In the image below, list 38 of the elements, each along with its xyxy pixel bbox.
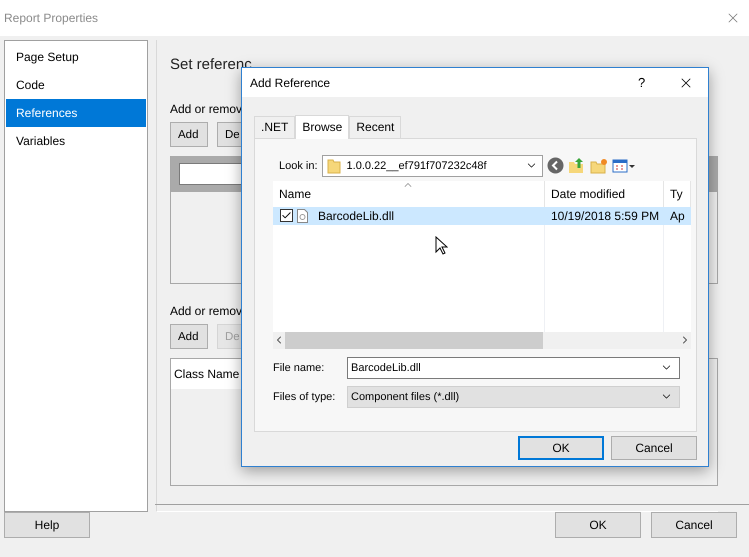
pointer-icon — [435, 236, 448, 255]
tab[interactable]: .NET — [254, 116, 296, 138]
back-icon[interactable] — [546, 157, 564, 174]
field-label: Files of type: — [273, 390, 336, 403]
help-button[interactable]: ? — [638, 75, 678, 90]
dialog-button[interactable]: OK — [555, 512, 641, 538]
dialog-button[interactable]: OK — [518, 436, 604, 460]
file-name-field[interactable]: BarcodeLib.dll — [347, 356, 680, 379]
type-cell-text: Ap — [669, 208, 686, 223]
field-label: Look in: — [279, 160, 318, 172]
section-label: Add or remov — [170, 102, 242, 116]
look-in-dropdown[interactable]: 1.0.0.22__ef791f707232c48f — [322, 154, 543, 177]
tab[interactable]: Browse — [295, 114, 350, 139]
field-label: File name: — [273, 362, 326, 374]
folder-icon — [326, 158, 341, 174]
sidebar-item[interactable]: References — [6, 99, 146, 127]
dialog-button[interactable]: Cancel — [651, 512, 737, 538]
checkbox[interactable] — [280, 209, 293, 222]
section-label: Add or remov — [170, 304, 242, 318]
window-title: Report Properties — [4, 11, 98, 25]
date-cell-text: 10/19/2018 5:59 PM — [550, 208, 660, 223]
column-header: Class Name — [171, 359, 241, 389]
view-menu-icon[interactable] — [612, 158, 636, 173]
file-name: BarcodeLib.dll — [317, 208, 394, 223]
dialog-button[interactable]: Cancel — [611, 436, 697, 460]
up-folder-icon[interactable] — [568, 157, 586, 174]
toolbar-button[interactable]: Add — [170, 324, 208, 349]
tab[interactable]: Recent — [349, 116, 402, 138]
sidebar-item[interactable]: Code — [6, 71, 146, 99]
toolbar-button[interactable]: Add — [170, 122, 208, 147]
file-type-dropdown[interactable]: Component files (*.dll) — [347, 386, 680, 408]
file-icon — [297, 208, 308, 223]
sidebar-item[interactable]: Page Setup — [6, 43, 146, 71]
horizontal-scrollbar[interactable] — [273, 332, 691, 349]
dialog-title: Add Reference — [250, 76, 332, 90]
sidebar-item[interactable]: Variables — [6, 127, 146, 155]
help-button[interactable]: Help — [4, 512, 90, 538]
file-row[interactable]: BarcodeLib.dll 10/19/2018 5:59 PM Ap — [273, 206, 691, 225]
